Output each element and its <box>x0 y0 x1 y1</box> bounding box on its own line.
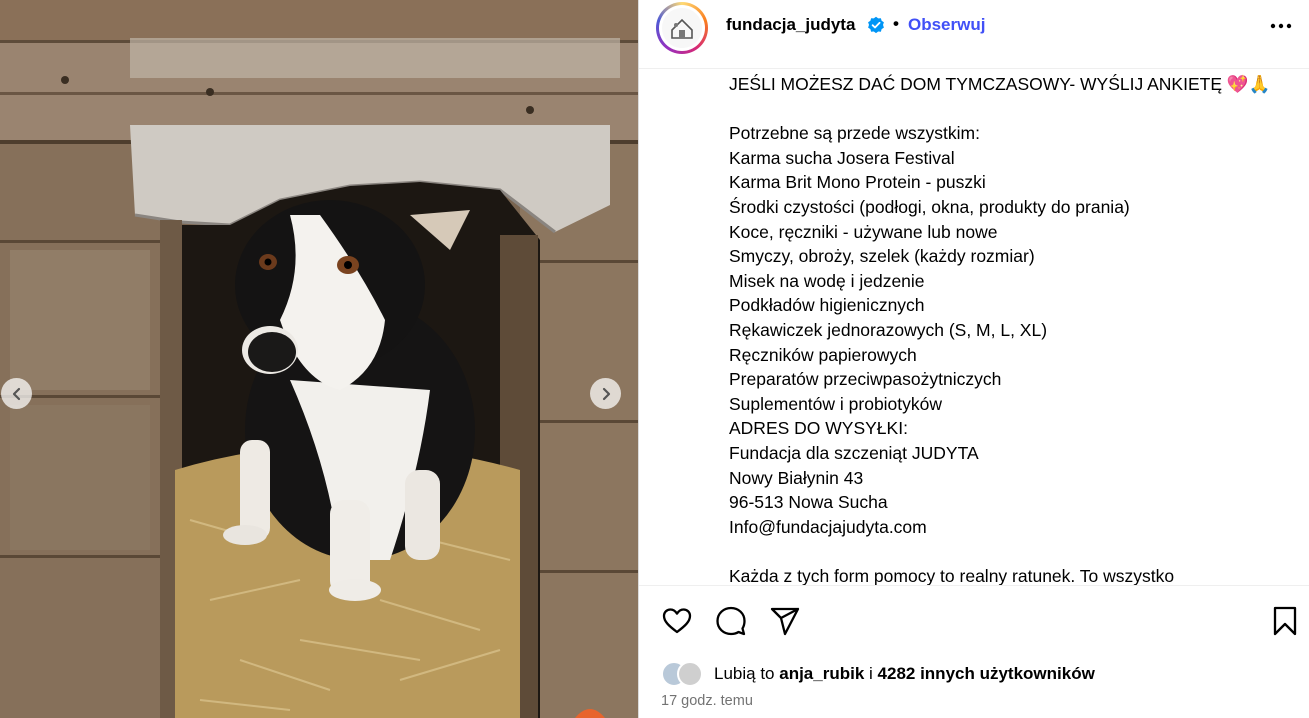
likes-connector: i <box>869 664 873 683</box>
caption-line: Środki czystości (podłogi, okna, produkt… <box>729 196 1130 217</box>
caption-line: Preparatów przeciwpasożytniczych <box>729 369 1002 390</box>
post-header: fundacja_judyta • Obserwuj <box>639 0 1309 68</box>
caption-line <box>729 539 1289 564</box>
follow-button[interactable]: Obserwuj <box>908 15 985 35</box>
caption-line: Misek na wodę i jedzenie <box>729 270 925 291</box>
post-image[interactable] <box>0 0 638 718</box>
caption-line: Fundacja dla szczeniąt JUDYTA <box>729 442 979 463</box>
username[interactable]: fundacja_judyta <box>726 15 855 35</box>
avatar[interactable] <box>656 2 708 54</box>
caption-line <box>729 97 1289 122</box>
chevron-left-icon <box>12 387 20 400</box>
liker-username[interactable]: anja_rubik <box>779 664 864 683</box>
caption-line: Info@fundacjajudyta.com <box>729 516 927 537</box>
separator-dot: • <box>893 14 899 33</box>
post-panel: fundacja_judyta • Obserwuj JEŚLI MOŻESZ … <box>639 0 1309 718</box>
caption-line: Podkładów higienicznych <box>729 295 925 316</box>
actions-divider <box>639 585 1309 586</box>
caption-line: Ręczników papierowych <box>729 344 917 365</box>
share-icon[interactable] <box>769 605 801 637</box>
header-divider <box>639 68 1309 69</box>
comment-icon[interactable] <box>715 605 747 637</box>
caption-line: JEŚLI MOŻESZ DAĆ DOM TYMCZASOWY- WYŚLIJ … <box>729 74 1271 94</box>
next-image-button[interactable] <box>590 378 621 409</box>
caption-line: Nowy Białynin 43 <box>729 467 864 488</box>
more-options-icon[interactable] <box>1269 16 1293 36</box>
caption-line: ADRES DO WYSYŁKI: <box>729 418 908 439</box>
save-bookmark-icon[interactable] <box>1269 605 1301 637</box>
likers-avatars[interactable] <box>661 660 703 688</box>
caption-line: Karma Brit Mono Protein - puszki <box>729 172 986 193</box>
likes-prefix: Lubią to <box>714 664 775 683</box>
caption-line: Smyczy, obroży, szelek (każdy rozmiar) <box>729 246 1035 267</box>
post-timestamp[interactable]: 17 godz. temu <box>661 693 753 709</box>
dog-photo <box>0 0 638 718</box>
caption-line: Suplementów i probiotyków <box>729 393 943 414</box>
logo-icon <box>662 8 702 48</box>
previous-image-button[interactable] <box>1 378 32 409</box>
verified-badge-icon <box>868 16 884 34</box>
caption-line: Rękawiczek jednorazowych (S, M, L, XL) <box>729 319 1048 340</box>
post-caption: JEŚLI MOŻESZ DAĆ DOM TYMCZASOWY- WYŚLIJ … <box>729 72 1289 588</box>
liker-avatar <box>677 661 703 687</box>
like-heart-icon[interactable] <box>661 605 693 637</box>
caption-line: 96-513 Nowa Sucha <box>729 492 888 513</box>
caption-line: Koce, ręczniki - używane lub nowe <box>729 221 998 242</box>
chevron-right-icon <box>602 387 610 400</box>
likes-summary: Lubią to anja_rubik i 4282 innych użytko… <box>714 664 1095 684</box>
caption-line: Karma sucha Josera Festival <box>729 147 955 168</box>
caption-line: Potrzebne są przede wszystkim: <box>729 123 980 144</box>
likes-count[interactable]: 4282 innych użytkowników <box>878 664 1095 683</box>
